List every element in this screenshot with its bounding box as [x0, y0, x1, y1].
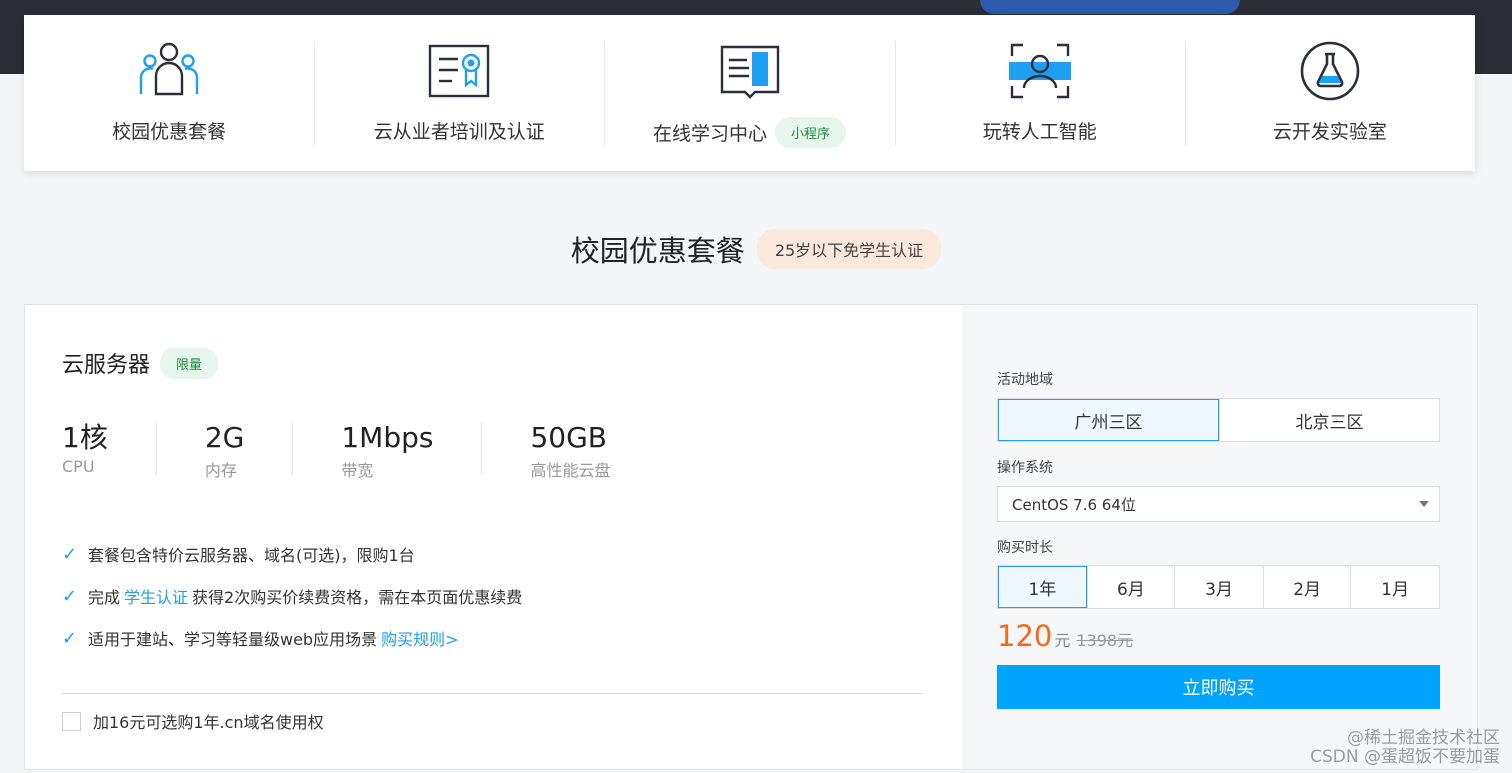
checkmark-icon: ✓	[62, 585, 78, 607]
student-verification-link[interactable]: 学生认证	[124, 584, 188, 608]
nav-label: 云从业者培训及认证	[373, 121, 545, 143]
product-title: 云服务器	[62, 353, 151, 378]
feature-item: ✓ 完成 学生认证 获得2次购买价续费资格，需在本页面优惠续费	[62, 575, 522, 617]
original-price: 1398元	[1076, 631, 1134, 650]
feature-text: 适用于建站、学习等轻量级web应用场景	[88, 630, 378, 649]
os-select-value: CentOS 7.6 64位	[1012, 495, 1136, 514]
spec-label: CPU	[62, 457, 95, 476]
spec-cpu: 1核 CPU	[62, 421, 157, 476]
region-label: 活动地域	[997, 372, 1053, 388]
spec-list: 1核 CPU 2G 内存 1Mbps 带宽 50GB 高性能云盘	[62, 421, 706, 481]
price-unit: 元	[1054, 631, 1071, 650]
spec-value: 50GB	[530, 421, 607, 454]
top-banner-glow	[980, 0, 1240, 14]
os-label: 操作系统	[997, 460, 1053, 476]
feature-text: 获得2次购买价续费资格，需在本页面优惠续费	[192, 588, 523, 607]
feature-item: ✓ 套餐包含特价云服务器、域名(可选)，限购1台	[62, 533, 522, 575]
nav-item-campus-package[interactable]: 校园优惠套餐	[24, 15, 314, 171]
nav-item-training-certification[interactable]: 云从业者培训及认证	[314, 15, 604, 171]
os-select[interactable]: CentOS 7.6 64位	[997, 486, 1440, 522]
spec-value: 1Mbps	[341, 421, 434, 454]
limited-badge: 限量	[160, 347, 219, 379]
face-scan-icon	[1008, 41, 1072, 101]
feature-nav: 校园优惠套餐 云从业者培训及认证 在线学习中心 小程序 玩转人工智能 云开发实验…	[24, 15, 1475, 171]
purchase-rules-link[interactable]: 购买规则>	[381, 626, 458, 650]
duration-option-1y[interactable]: 1年	[998, 566, 1087, 608]
feature-text: 套餐包含特价云服务器、域名(可选)，限购1台	[88, 546, 415, 565]
domain-addon: 加16元可选购1年.cn域名使用权	[62, 709, 324, 733]
nav-label: 玩转人工智能	[982, 121, 1097, 143]
divider	[62, 693, 923, 694]
product-card: 云服务器 限量 1核 CPU 2G 内存 1Mbps 带宽 50GB 高性能云盘	[24, 304, 1478, 770]
nav-label: 校园优惠套餐	[112, 121, 227, 143]
region-option-guangzhou[interactable]: 广州三区	[998, 399, 1219, 441]
duration-label: 购买时长	[997, 540, 1053, 556]
duration-option-6m[interactable]: 6月	[1086, 566, 1175, 608]
flask-icon	[1298, 41, 1362, 101]
duration-option-3m[interactable]: 3月	[1174, 566, 1263, 608]
checkmark-icon: ✓	[62, 627, 78, 649]
product-details: 云服务器 限量 1核 CPU 2G 内存 1Mbps 带宽 50GB 高性能云盘	[25, 305, 962, 769]
purchase-panel: 活动地域 广州三区 北京三区 操作系统 CentOS 7.6 64位 购买时长 …	[962, 305, 1477, 769]
spec-value: 1核	[62, 421, 108, 454]
nav-label: 云开发实验室	[1272, 121, 1387, 143]
section-title: 校园优惠套餐	[570, 234, 745, 268]
duration-selector: 1年 6月 3月 2月 1月	[997, 565, 1440, 609]
region-selector: 广州三区 北京三区	[997, 398, 1440, 442]
spec-label: 内存	[204, 461, 237, 480]
feature-list: ✓ 套餐包含特价云服务器、域名(可选)，限购1台 ✓ 完成 学生认证 获得2次购…	[62, 533, 522, 659]
certificate-icon	[427, 41, 491, 101]
duration-option-1m[interactable]: 1月	[1350, 566, 1439, 608]
nav-item-cloud-dev-lab[interactable]: 云开发实验室	[1184, 15, 1475, 171]
book-icon	[718, 41, 782, 101]
nav-label: 在线学习中心	[652, 123, 767, 145]
spec-memory: 2G 内存	[204, 421, 294, 480]
section-header: 校园优惠套餐 25岁以下免学生认证	[0, 228, 1512, 270]
age-badge: 25岁以下免学生认证	[756, 229, 942, 269]
feature-item: ✓ 适用于建站、学习等轻量级web应用场景 购买规则>	[62, 617, 522, 659]
spec-label: 高性能云盘	[530, 461, 611, 480]
watermark-line: CSDN @蛋超饭不要加蛋	[1310, 747, 1500, 767]
buy-now-button[interactable]: 立即购买	[997, 665, 1440, 709]
chevron-down-icon	[1419, 501, 1429, 507]
spec-bandwidth: 1Mbps 带宽	[341, 421, 483, 480]
nav-item-ai[interactable]: 玩转人工智能	[894, 15, 1185, 171]
checkmark-icon: ✓	[62, 543, 78, 565]
domain-addon-checkbox[interactable]	[62, 711, 81, 731]
duration-option-2m[interactable]: 2月	[1262, 566, 1351, 608]
watermark: @稀土掘金技术社区 CSDN @蛋超饭不要加蛋	[1310, 729, 1500, 767]
region-option-beijing[interactable]: 北京三区	[1219, 399, 1439, 441]
users-group-icon	[137, 41, 201, 101]
watermark-line: @稀土掘金技术社区	[1347, 728, 1500, 748]
price-value: 120	[997, 619, 1053, 653]
domain-addon-label: 加16元可选购1年.cn域名使用权	[93, 713, 324, 732]
mini-program-badge: 小程序	[775, 117, 847, 148]
nav-item-learning-center[interactable]: 在线学习中心 小程序	[604, 15, 894, 171]
feature-text: 完成	[88, 588, 121, 607]
spec-value: 2G	[204, 421, 245, 454]
spec-disk: 50GB 高性能云盘	[530, 421, 658, 481]
spec-label: 带宽	[341, 461, 374, 480]
price-row: 120 元 1398元	[997, 619, 1133, 653]
